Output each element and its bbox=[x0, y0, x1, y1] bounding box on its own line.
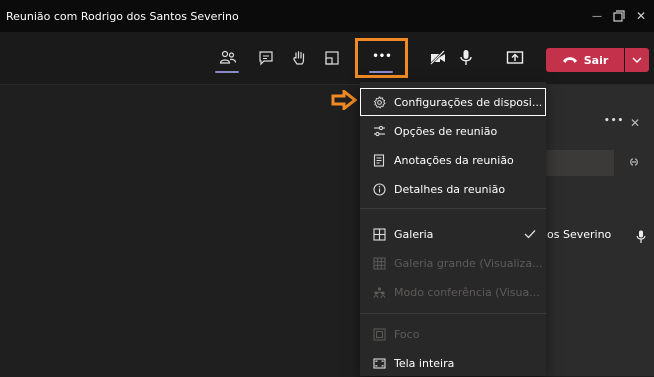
panel-close-icon[interactable]: ✕ bbox=[630, 116, 640, 130]
share-screen-button[interactable] bbox=[503, 46, 527, 70]
participant-name: os Severino bbox=[547, 228, 612, 241]
close-icon: ✕ bbox=[635, 9, 647, 23]
chat-icon bbox=[259, 51, 273, 66]
minimize-icon: — bbox=[592, 10, 602, 22]
close-button[interactable]: ✕ bbox=[626, 0, 654, 32]
window-title: Reunião com Rodrigo dos Santos Severino bbox=[6, 9, 239, 23]
share-screen-icon bbox=[506, 51, 524, 64]
gallery-icon bbox=[372, 227, 386, 241]
menu-divider bbox=[360, 313, 546, 314]
participant-mic-icon bbox=[636, 230, 646, 243]
microphone-icon bbox=[460, 50, 472, 65]
camera-off-icon bbox=[430, 50, 445, 65]
menu-item-meeting-options[interactable]: Opções de reunião bbox=[360, 117, 546, 145]
leave-options-button[interactable] bbox=[625, 48, 649, 72]
sliders-icon bbox=[372, 124, 386, 138]
menu-item-label: Anotações da reunião bbox=[394, 153, 514, 167]
menu-item-label: Foco bbox=[394, 327, 420, 341]
more-actions-menu: Configurações de disposi... Opções de re… bbox=[360, 82, 546, 376]
gear-icon bbox=[372, 95, 386, 109]
leave-button[interactable]: Sair bbox=[546, 48, 624, 72]
microphone-button[interactable] bbox=[454, 46, 478, 70]
annotation-highlight-box bbox=[355, 38, 408, 78]
checkmark-icon bbox=[524, 230, 536, 239]
info-icon bbox=[372, 182, 386, 196]
rooms-button[interactable] bbox=[320, 46, 344, 70]
title-bar: Reunião com Rodrigo dos Santos Severino bbox=[0, 0, 654, 32]
focus-icon bbox=[372, 327, 386, 341]
participants-active-indicator bbox=[215, 71, 239, 73]
camera-button[interactable] bbox=[426, 46, 450, 70]
popout-icon bbox=[613, 10, 625, 22]
menu-item-focus: Foco bbox=[360, 320, 546, 348]
chevron-down-icon bbox=[632, 57, 642, 63]
menu-item-device-settings[interactable]: Configurações de disposi... bbox=[360, 88, 546, 116]
menu-item-together-mode: Modo conferência (Visua... bbox=[360, 278, 546, 306]
participants-icon bbox=[219, 50, 237, 64]
fullscreen-icon bbox=[372, 356, 386, 370]
raise-hand-button[interactable] bbox=[287, 46, 311, 70]
menu-item-label: Opções de reunião bbox=[394, 124, 498, 138]
panel-more-icon[interactable]: ••• bbox=[604, 116, 624, 126]
menu-item-meeting-notes[interactable]: Anotações da reunião bbox=[360, 146, 546, 174]
menu-item-label: Galeria grande (Visualiza... bbox=[394, 256, 543, 270]
participants-button[interactable] bbox=[216, 46, 240, 70]
menu-item-meeting-details[interactable]: Detalhes da reunião bbox=[360, 175, 546, 203]
menu-item-fullscreen[interactable]: Tela inteira bbox=[360, 349, 546, 377]
panel-search-field[interactable] bbox=[545, 150, 614, 176]
together-mode-icon bbox=[372, 285, 386, 299]
menu-item-label: Galeria bbox=[394, 227, 434, 241]
menu-item-label: Detalhes da reunião bbox=[394, 182, 506, 196]
large-gallery-icon bbox=[372, 256, 386, 270]
menu-item-gallery[interactable]: Galeria bbox=[360, 220, 546, 248]
raise-hand-icon bbox=[293, 51, 305, 65]
chat-button[interactable] bbox=[254, 46, 278, 70]
notes-icon bbox=[372, 153, 386, 167]
leave-label: Sair bbox=[583, 53, 609, 67]
menu-item-label: Tela inteira bbox=[394, 356, 455, 370]
hang-up-icon bbox=[562, 57, 577, 63]
menu-item-large-gallery: Galeria grande (Visualiza... bbox=[360, 249, 546, 277]
annotation-arrow-icon bbox=[331, 90, 357, 110]
menu-item-label: Configurações de disposi... bbox=[394, 95, 543, 109]
rooms-icon bbox=[325, 51, 339, 65]
menu-divider bbox=[360, 208, 546, 209]
link-icon[interactable] bbox=[627, 156, 641, 168]
menu-item-label: Modo conferência (Visua... bbox=[394, 285, 540, 299]
